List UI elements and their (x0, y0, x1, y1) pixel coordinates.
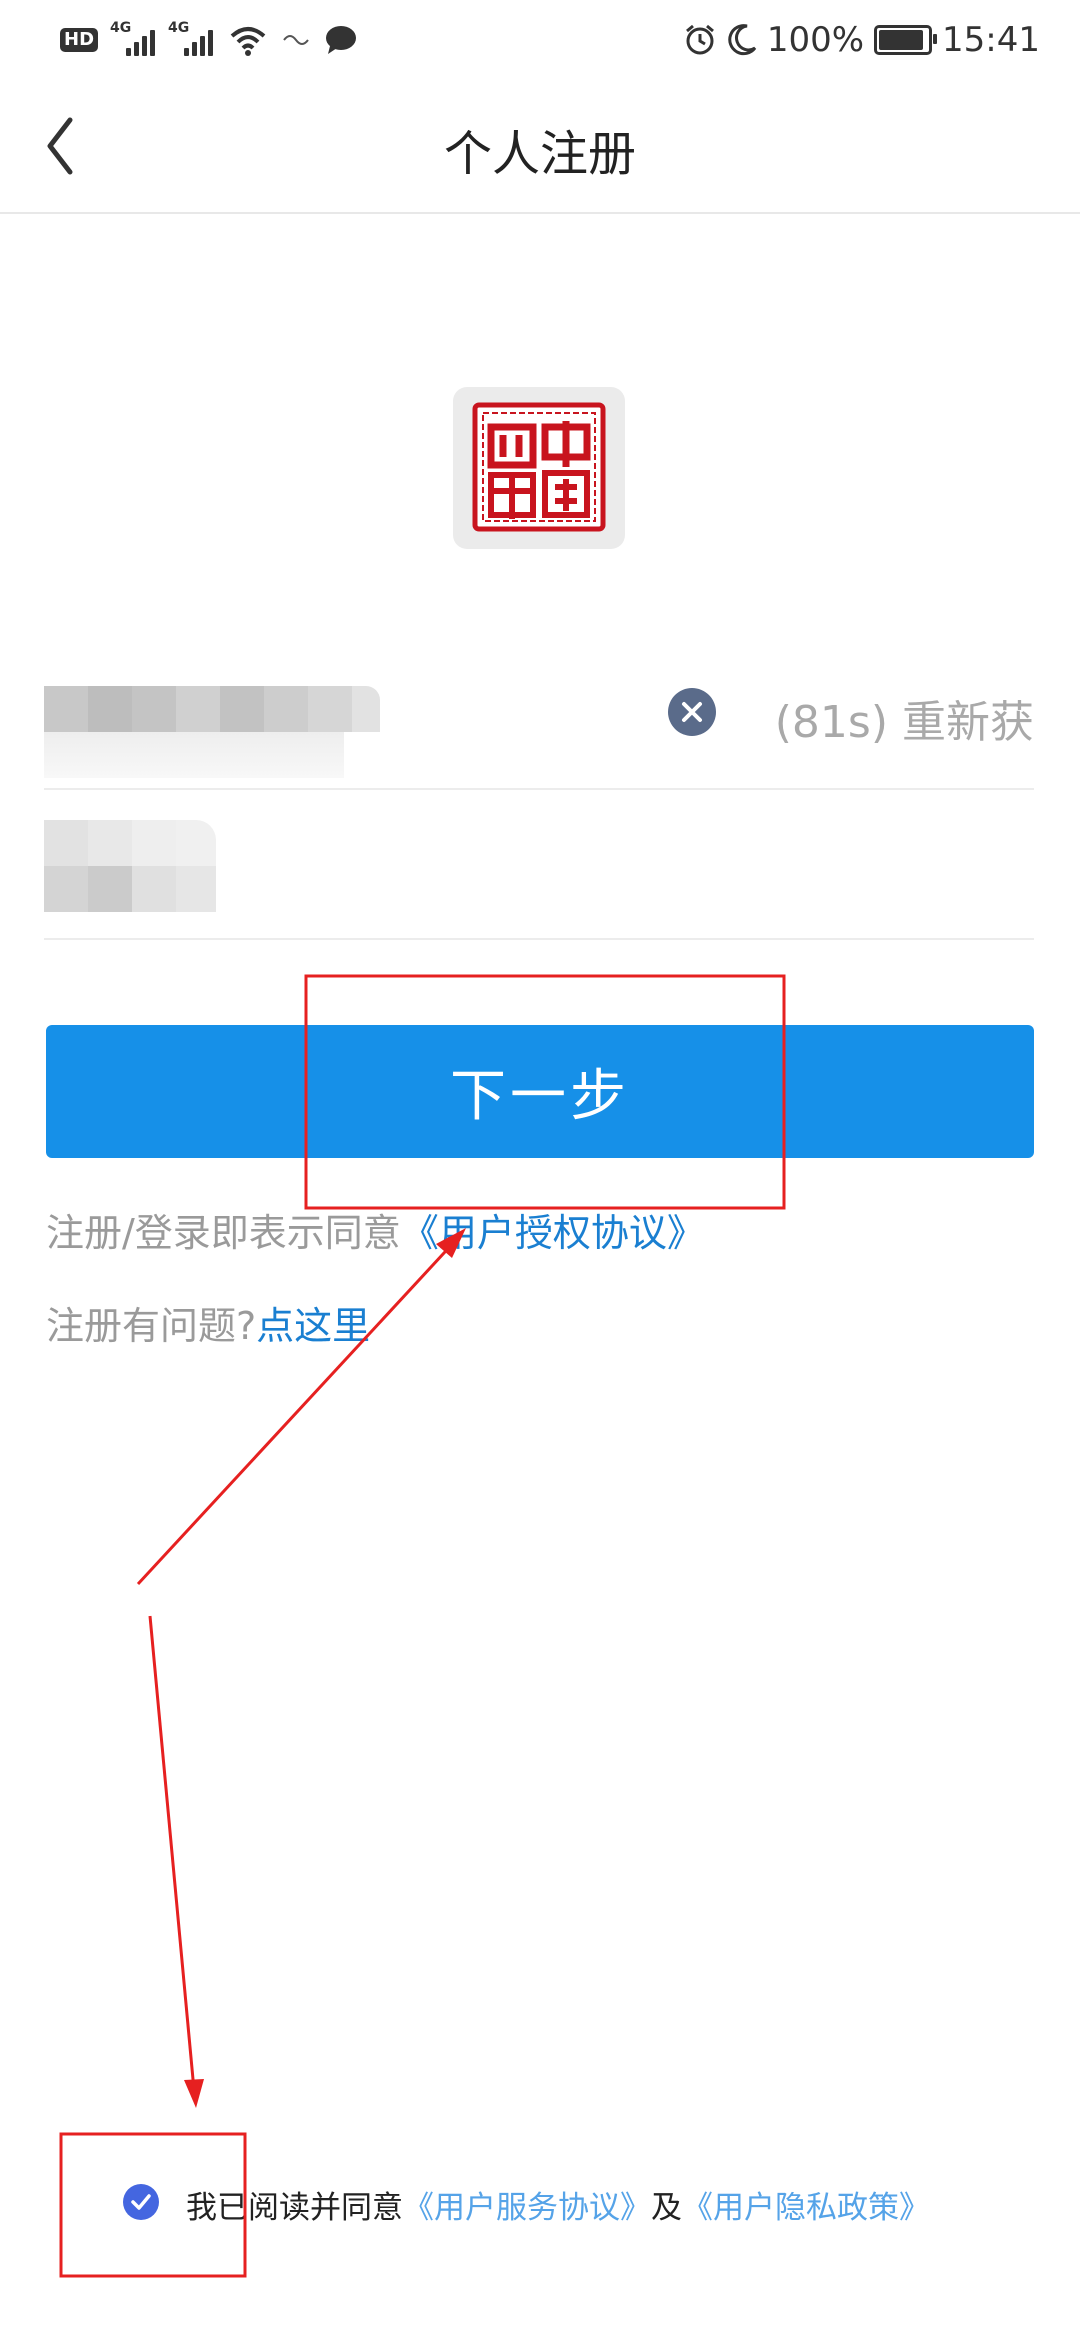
status-left: HD 4G 4G (60, 18, 358, 62)
annotation-arrowhead-down (184, 2079, 204, 2108)
annotation-overlay (59, 974, 786, 2278)
battery-icon (874, 25, 938, 55)
moon-icon (728, 24, 757, 56)
agree-checkbox[interactable] (123, 2184, 159, 2220)
app-logo (453, 387, 625, 549)
sync-icon (283, 35, 309, 45)
status-right: 100% 15:41 (683, 18, 1040, 62)
red-seal-logo (472, 402, 606, 532)
consent-footer: 我已阅读并同意《用户服务协议》及《用户隐私政策》 (0, 2170, 1080, 2240)
help-prefix: 注册有问题? (46, 1304, 257, 1348)
help-text: 注册有问题?点这里 (46, 1295, 370, 1350)
annotation-arrow-up (136, 1238, 458, 1586)
page-title: 个人注册 (443, 126, 636, 182)
consent-text: 我已阅读并同意《用户服务协议》及《用户隐私政策》 (186, 2182, 930, 2227)
signal-icon: 4G (168, 20, 214, 56)
checkmark-icon (131, 2194, 151, 2210)
privacy-policy-link[interactable]: 《用户隐私政策》 (682, 2190, 930, 2226)
phone-field[interactable]: (81s) 重新获 (44, 668, 1034, 790)
hd-icon: HD (60, 28, 99, 52)
service-agreement-link[interactable]: 《用户服务协议》 (403, 2190, 651, 2226)
clear-circle-icon[interactable] (668, 688, 716, 736)
consent-prefix: 我已阅读并同意 (186, 2190, 403, 2226)
alarm-icon (685, 24, 714, 55)
annotation-arrow-down (148, 1615, 196, 2091)
next-step-button[interactable]: 下一步 (46, 1025, 1034, 1158)
verification-code-field[interactable] (44, 800, 1034, 940)
signal-icon: 4G (110, 20, 156, 56)
message-icon (326, 26, 357, 54)
blurred-phone-value (44, 686, 380, 732)
clock: 15:41 (942, 20, 1040, 60)
help-link[interactable]: 点这里 (256, 1304, 370, 1348)
agreement-text: 注册/登录即表示同意《用户授权协议》 (46, 1202, 705, 1257)
agreement-prefix: 注册/登录即表示同意 (46, 1211, 401, 1255)
resend-code-button[interactable]: (81s) 重新获 (775, 686, 1034, 750)
nav-header: 个人注册 (0, 80, 1080, 214)
blurred-code-value (44, 820, 216, 866)
status-bar: HD 4G 4G 100% 15:41 (0, 0, 1080, 80)
wifi-icon (230, 27, 266, 56)
consent-conjunction: 及 (651, 2190, 682, 2226)
user-authorization-link[interactable]: 《用户授权协议》 (401, 1211, 705, 1255)
battery-percent: 100% (766, 20, 865, 60)
